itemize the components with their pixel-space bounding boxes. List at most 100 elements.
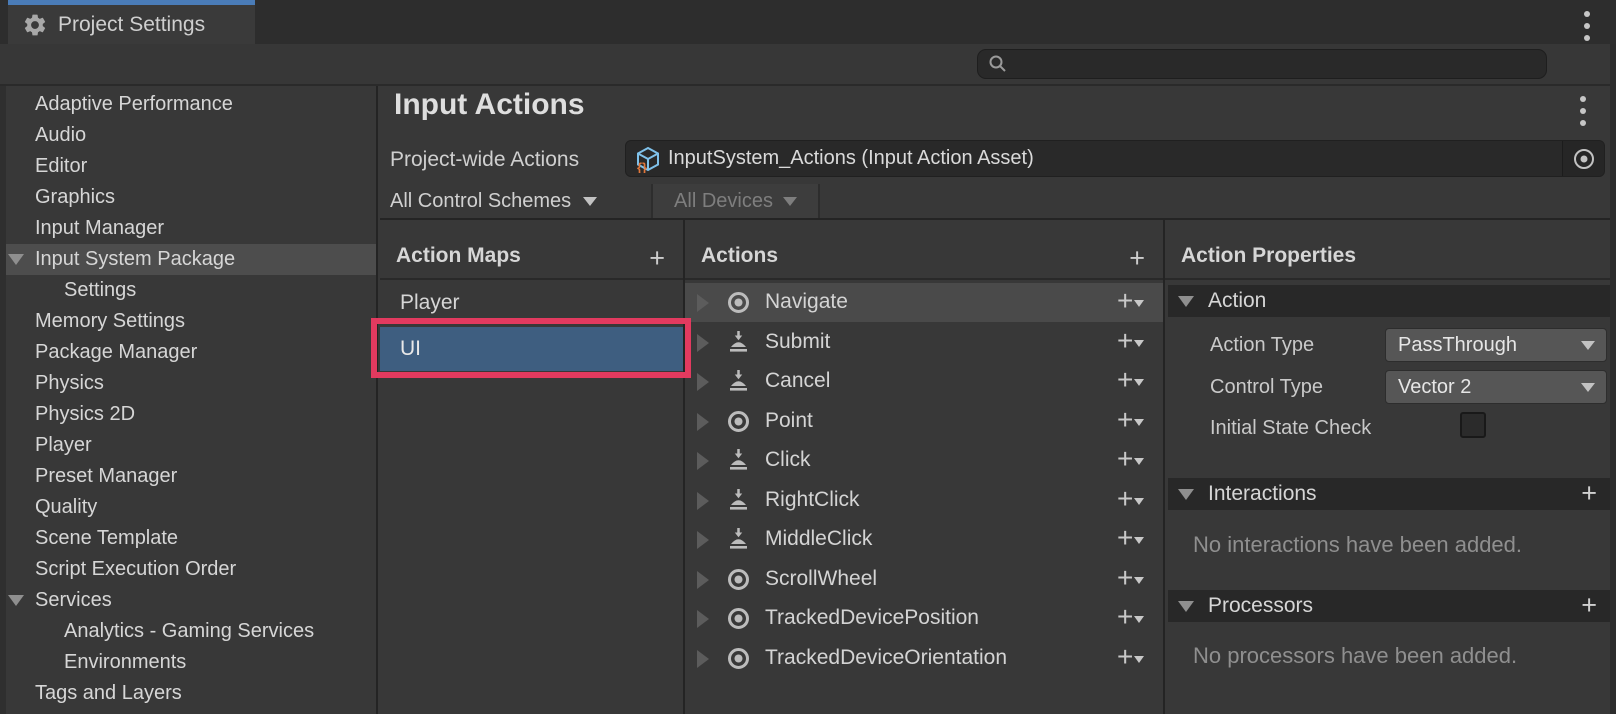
add-interaction-button[interactable]: + [1581, 478, 1597, 508]
sidebar-item-audio[interactable]: Audio [0, 120, 376, 151]
panel-kebab-icon[interactable] [1580, 96, 1586, 126]
vector2-icon [725, 605, 752, 632]
button-icon [725, 368, 752, 395]
devices-dropdown[interactable]: All Devices [653, 184, 818, 218]
sidebar-item-input-manager[interactable]: Input Manager [0, 213, 376, 244]
action-row-cancel[interactable]: Cancel + [685, 362, 1163, 401]
action-row-scrollwheel[interactable]: ScrollWheel + [685, 560, 1163, 599]
action-map-row-ui[interactable]: UI [380, 327, 683, 371]
action-properties-header-label: Action Properties [1181, 244, 1356, 268]
control-schemes-dropdown[interactable]: All Control Schemes [390, 184, 597, 218]
foldout-open-icon[interactable] [8, 254, 24, 265]
add-action-button[interactable]: + [1129, 245, 1145, 272]
sidebar-item-input-system-package[interactable]: Input System Package [0, 244, 376, 275]
processors-empty-text: No processors have been added. [1193, 643, 1517, 669]
interactions-foldout-label: Interactions [1208, 482, 1317, 506]
foldout-open-icon[interactable] [8, 595, 24, 606]
search-box[interactable] [977, 49, 1547, 79]
window-kebab-icon[interactable] [1584, 11, 1590, 41]
sidebar-item-editor[interactable]: Editor [0, 151, 376, 182]
sidebar-item-graphics[interactable]: Graphics [0, 182, 376, 213]
foldout-open-icon [1178, 489, 1194, 500]
sidebar-item-physics[interactable]: Physics [0, 368, 376, 399]
vector2-icon [725, 645, 752, 672]
expand-arrow-icon[interactable] [697, 650, 709, 668]
expand-arrow-icon[interactable] [697, 452, 709, 470]
action-row-click[interactable]: Click + [685, 441, 1163, 480]
search-input[interactable] [1015, 54, 1515, 75]
sidebar-item-label: Script Execution Order [35, 558, 236, 581]
sidebar-item-scene-template[interactable]: Scene Template [0, 523, 376, 554]
action-row-point[interactable]: Point + [685, 402, 1163, 441]
sidebar-item-analytics-gaming-services[interactable]: Analytics - Gaming Services [0, 616, 376, 647]
sidebar-item-adaptive-performance[interactable]: Adaptive Performance [0, 89, 376, 120]
interactions-empty-text: No interactions have been added. [1193, 532, 1522, 558]
add-binding-button[interactable]: + [1117, 564, 1147, 594]
sidebar-item-environments[interactable]: Environments [0, 647, 376, 678]
sidebar-item-quality[interactable]: Quality [0, 492, 376, 523]
processors-foldout[interactable]: Processors + [1168, 590, 1611, 622]
column-divider[interactable] [1163, 220, 1165, 714]
add-binding-button[interactable]: + [1117, 287, 1147, 317]
schemes-toolbar: All Control Schemes All Devices [380, 184, 1616, 220]
add-binding-button[interactable]: + [1117, 327, 1147, 357]
action-row-rightclick[interactable]: RightClick + [685, 481, 1163, 520]
expand-arrow-icon[interactable] [697, 373, 709, 391]
action-row-trackeddeviceorientation[interactable]: TrackedDeviceOrientation + [685, 639, 1163, 678]
expand-arrow-icon[interactable] [697, 413, 709, 431]
page-title: Input Actions [394, 88, 585, 122]
sidebar-item-settings[interactable]: Settings [0, 275, 376, 306]
action-type-dropdown[interactable]: PassThrough [1385, 328, 1607, 362]
add-binding-button[interactable]: + [1117, 445, 1147, 475]
control-type-dropdown[interactable]: Vector 2 [1385, 370, 1607, 404]
action-row-submit[interactable]: Submit + [685, 323, 1163, 362]
sidebar-item-services[interactable]: Services [0, 585, 376, 616]
interactions-foldout[interactable]: Interactions + [1168, 478, 1611, 510]
action-row-trackeddeviceposition[interactable]: TrackedDevicePosition + [685, 599, 1163, 638]
sidebar-item-memory-settings[interactable]: Memory Settings [0, 306, 376, 337]
control-type-value: Vector 2 [1398, 376, 1471, 399]
control-type-label: Control Type [1210, 376, 1323, 399]
add-processor-button[interactable]: + [1581, 590, 1597, 620]
action-label: Click [765, 448, 811, 472]
action-row-middleclick[interactable]: MiddleClick + [685, 520, 1163, 559]
tab-project-settings[interactable]: Project Settings [8, 0, 255, 44]
sidebar-item-label: Quality [35, 496, 97, 519]
sidebar-item-script-execution-order[interactable]: Script Execution Order [0, 554, 376, 585]
object-picker-button[interactable] [1562, 141, 1604, 176]
action-map-row-player[interactable]: Player [380, 283, 683, 322]
asset-object-field[interactable]: {} InputSystem_Actions (Input Action Ass… [625, 140, 1605, 177]
action-type-value: PassThrough [1398, 334, 1517, 357]
sidebar-item-package-manager[interactable]: Package Manager [0, 337, 376, 368]
add-binding-button[interactable]: + [1117, 643, 1147, 673]
sidebar-item-label: Analytics - Gaming Services [64, 620, 314, 643]
add-binding-button[interactable]: + [1117, 485, 1147, 515]
project-settings-window: Project Settings Adaptive Performance Au… [0, 0, 1616, 714]
add-action-map-button[interactable]: + [649, 245, 665, 272]
expand-arrow-icon[interactable] [697, 492, 709, 510]
add-binding-button[interactable]: + [1117, 366, 1147, 396]
action-type-label: Action Type [1210, 334, 1314, 357]
action-foldout-label: Action [1208, 289, 1266, 313]
expand-arrow-icon[interactable] [697, 610, 709, 628]
button-icon [725, 526, 752, 553]
add-binding-button[interactable]: + [1117, 524, 1147, 554]
expand-arrow-icon[interactable] [697, 571, 709, 589]
foldout-open-icon [1178, 601, 1194, 612]
action-label: Navigate [765, 290, 848, 314]
sidebar-item-preset-manager[interactable]: Preset Manager [0, 461, 376, 492]
column-divider[interactable] [683, 220, 685, 714]
sidebar-item-label: Environments [64, 651, 186, 674]
svg-text:{}: {} [637, 160, 647, 173]
expand-arrow-icon[interactable] [697, 294, 709, 312]
expand-arrow-icon[interactable] [697, 334, 709, 352]
sidebar-item-physics-2d[interactable]: Physics 2D [0, 399, 376, 430]
sidebar-item-player[interactable]: Player [0, 430, 376, 461]
initial-state-checkbox[interactable] [1460, 412, 1486, 438]
sidebar-item-tags-and-layers[interactable]: Tags and Layers [0, 678, 376, 709]
expand-arrow-icon[interactable] [697, 531, 709, 549]
action-foldout[interactable]: Action [1168, 285, 1611, 317]
add-binding-button[interactable]: + [1117, 603, 1147, 633]
action-row-navigate[interactable]: Navigate + [685, 283, 1163, 322]
add-binding-button[interactable]: + [1117, 406, 1147, 436]
